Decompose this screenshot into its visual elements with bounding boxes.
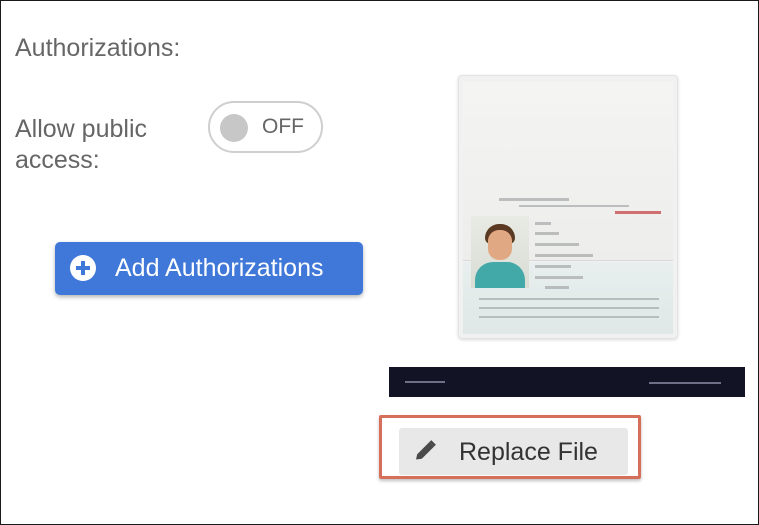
pencil-icon	[416, 440, 436, 460]
document-mrz-line	[479, 307, 659, 309]
public-access-toggle[interactable]: OFF	[208, 101, 323, 153]
document-text-line	[499, 198, 569, 201]
document-text-line	[535, 254, 593, 257]
authorization-panel: Authorizations: Allow public access: OFF…	[0, 0, 759, 525]
banner-logo	[405, 381, 445, 383]
plus-circle-icon	[70, 255, 96, 281]
document-mrz-line	[479, 298, 659, 300]
authorizations-heading: Authorizations:	[15, 34, 181, 62]
document-text-line	[519, 205, 629, 207]
toggle-state-label: OFF	[262, 115, 304, 138]
add-authorizations-button[interactable]: Add Authorizations	[55, 242, 363, 295]
document-text-line	[535, 243, 579, 246]
document-red-text	[615, 211, 661, 214]
document-footer-banner	[389, 367, 745, 397]
document-mrz-line	[479, 316, 659, 318]
photo-face	[488, 230, 512, 260]
add-authorizations-label: Add Authorizations	[115, 254, 324, 282]
replace-file-label: Replace File	[459, 438, 598, 466]
public-access-label: Allow public access:	[15, 115, 148, 174]
document-text-line	[535, 265, 571, 268]
document-text-line	[545, 286, 569, 289]
document-text-line	[535, 222, 551, 225]
document-text-line	[535, 232, 559, 235]
id-photo	[471, 216, 529, 288]
banner-caption	[649, 382, 721, 384]
photo-shirt	[475, 262, 525, 288]
toggle-knob[interactable]	[220, 114, 248, 142]
replace-file-button[interactable]: Replace File	[399, 428, 628, 475]
id-document-preview	[458, 75, 678, 339]
document-text-line	[535, 276, 583, 279]
